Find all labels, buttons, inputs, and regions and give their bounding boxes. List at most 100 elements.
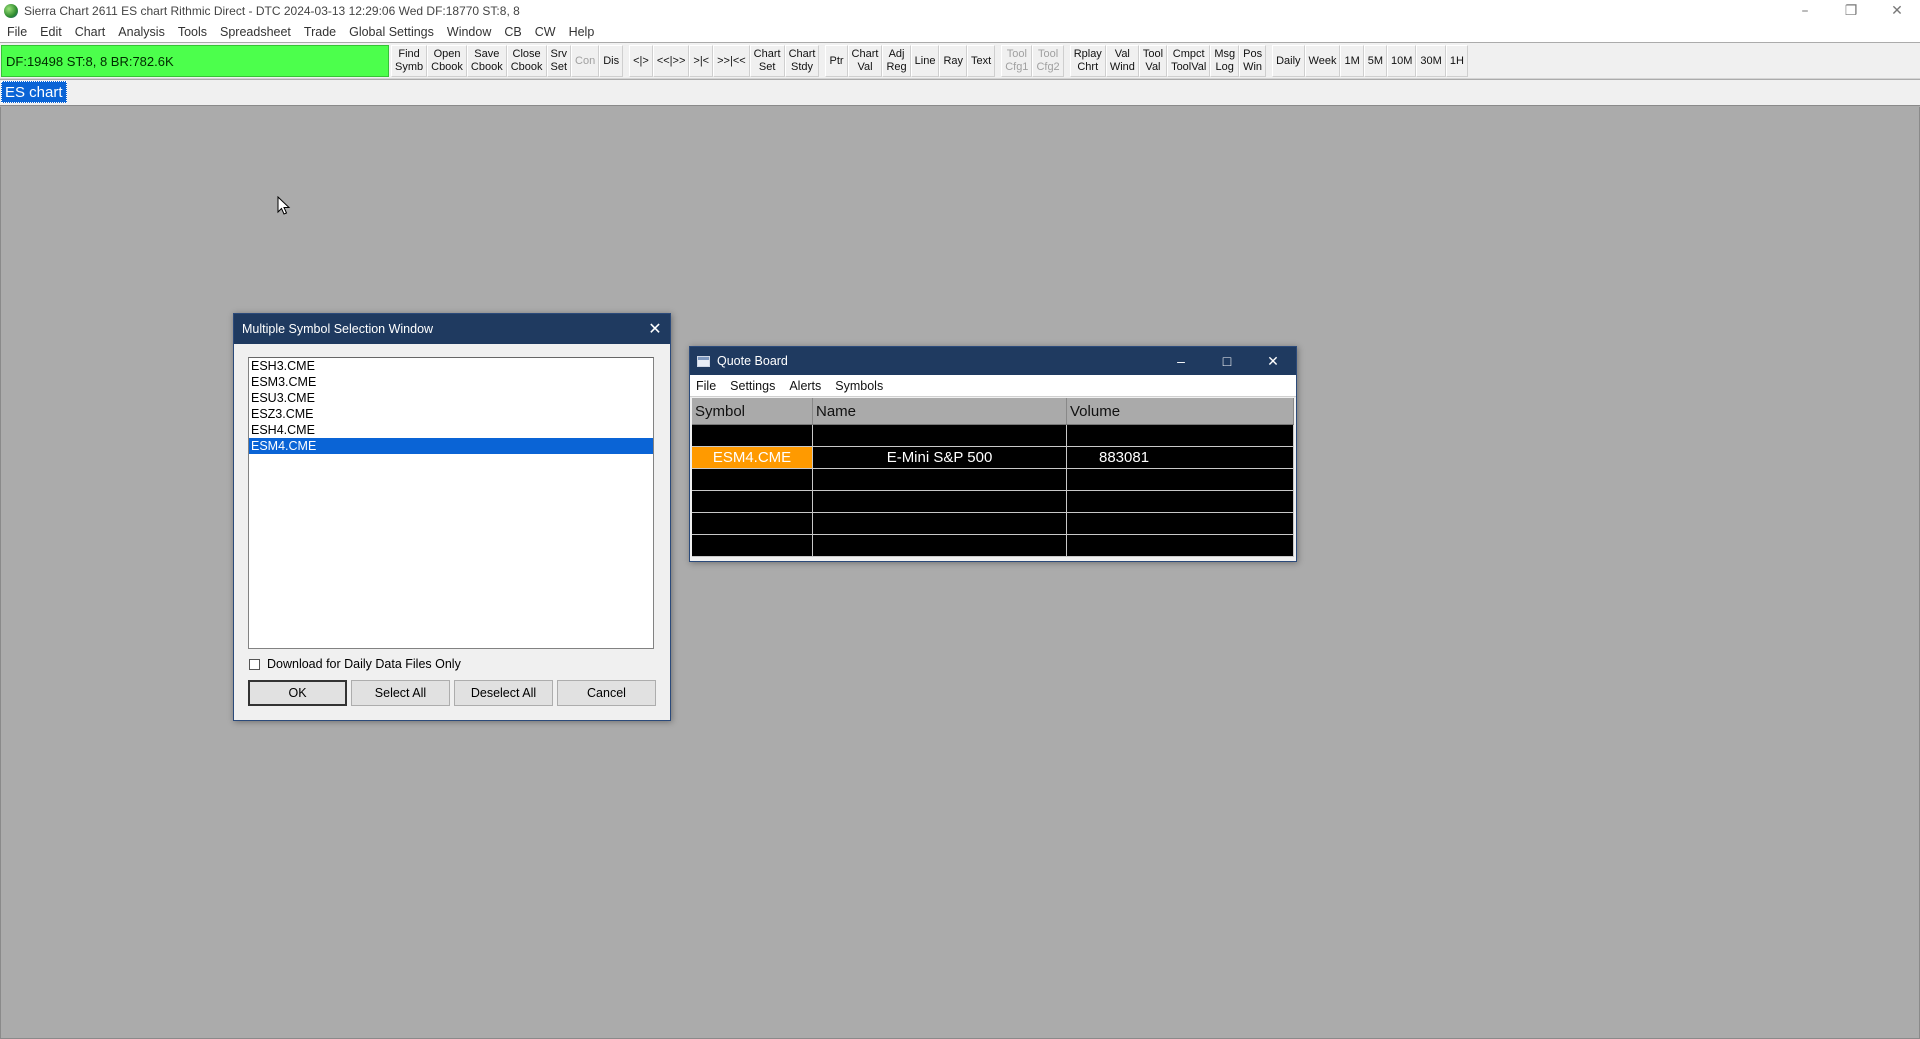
menu-chart[interactable]: Chart bbox=[75, 25, 106, 39]
toolbar-button-btn[interactable]: <|> bbox=[629, 45, 653, 77]
table-row[interactable]: ESM4.CME E-Mini S&P 500 883081 bbox=[692, 447, 1294, 469]
toolbar-button-week[interactable]: Week bbox=[1304, 45, 1341, 77]
toolbar-button-chart-set[interactable]: Chart Set bbox=[749, 45, 785, 77]
toolbar-button-srv-set[interactable]: Srv Set bbox=[546, 45, 572, 77]
symbol-list-item[interactable]: ESU3.CME bbox=[249, 390, 653, 406]
toolbar-button-tool-val[interactable]: Tool Val bbox=[1138, 45, 1168, 77]
symbol-list-item[interactable]: ESH3.CME bbox=[249, 358, 653, 374]
column-header-name[interactable]: Name bbox=[813, 398, 1067, 424]
qb-menu-settings[interactable]: Settings bbox=[730, 379, 775, 393]
connection-status-box: DF:19498 ST:8, 8 BR:782.6K bbox=[1, 45, 389, 77]
toolbar-button-ray[interactable]: Ray bbox=[939, 45, 967, 77]
toolbar-button-tool-cfg2[interactable]: Tool Cfg2 bbox=[1032, 45, 1064, 77]
toolbar-button-close-cbook[interactable]: Close Cbook bbox=[506, 45, 547, 77]
qb-menu-alerts[interactable]: Alerts bbox=[789, 379, 821, 393]
window-controls: – ❐ ✕ bbox=[1782, 0, 1920, 22]
symbol-list[interactable]: ESH3.CME ESM3.CME ESU3.CME ESZ3.CME ESH4… bbox=[248, 357, 654, 649]
menu-tools[interactable]: Tools bbox=[178, 25, 207, 39]
restore-icon[interactable]: ❐ bbox=[1828, 0, 1874, 22]
menu-window[interactable]: Window bbox=[447, 25, 491, 39]
toolbar-button-btn[interactable]: <<|>> bbox=[652, 45, 690, 77]
toolbar-button-30m[interactable]: 30M bbox=[1416, 45, 1446, 77]
toolbar-button-chart-stdy[interactable]: Chart Stdy bbox=[784, 45, 820, 77]
name-cell: E-Mini S&P 500 bbox=[813, 447, 1067, 468]
toolbar-button-adj-reg[interactable]: Adj Reg bbox=[882, 45, 911, 77]
name-cell bbox=[813, 535, 1067, 556]
toolbar-button-text[interactable]: Text bbox=[967, 45, 996, 77]
menu-cb[interactable]: CB bbox=[504, 25, 521, 39]
toolbar-button-1m[interactable]: 1M bbox=[1340, 45, 1364, 77]
multiple-symbol-selection-dialog: Multiple Symbol Selection Window ✕ ESH3.… bbox=[233, 313, 671, 721]
quote-board-window: Quote Board – □ ✕ File Settings Alerts S… bbox=[689, 346, 1297, 562]
toolbar-button-dis[interactable]: Dis bbox=[599, 45, 624, 77]
quote-board-title-bar[interactable]: Quote Board – □ ✕ bbox=[690, 347, 1296, 375]
toolbar-button-con[interactable]: Con bbox=[571, 45, 600, 77]
toolbar-button-btn[interactable]: >>|<< bbox=[713, 45, 750, 77]
symbol-list-item[interactable]: ESZ3.CME bbox=[249, 406, 653, 422]
table-row[interactable] bbox=[692, 513, 1294, 535]
tab-es-chart[interactable]: ES chart bbox=[1, 81, 67, 103]
column-header-symbol[interactable]: Symbol bbox=[692, 398, 813, 424]
toolbar-button-cmpct-toolval[interactable]: Cmpct ToolVal bbox=[1167, 45, 1211, 77]
symbol-list-item[interactable]: ESH4.CME bbox=[249, 422, 653, 438]
quote-board-title: Quote Board bbox=[717, 354, 788, 368]
qb-menu-symbols[interactable]: Symbols bbox=[835, 379, 883, 393]
toolbar-buttons: Find Symb Open Cbook Save Cbook Close Cbook… bbox=[391, 45, 1468, 77]
toolbar-button-1h[interactable]: 1H bbox=[1445, 45, 1468, 77]
toolbar-button-open-cbook[interactable]: Open Cbook bbox=[427, 45, 467, 77]
menu-spreadsheet[interactable]: Spreadsheet bbox=[220, 25, 291, 39]
select-all-button[interactable]: Select All bbox=[351, 680, 450, 706]
symbol-list-item[interactable]: ESM3.CME bbox=[249, 374, 653, 390]
column-header-volume[interactable]: Volume bbox=[1067, 398, 1294, 424]
toolbar-button-ptr[interactable]: Ptr bbox=[825, 45, 848, 77]
volume-cell bbox=[1067, 491, 1294, 512]
toolbar-button-btn[interactable]: >|< bbox=[689, 45, 714, 77]
menu-trade[interactable]: Trade bbox=[304, 25, 336, 39]
toolbar-button-val-wind[interactable]: Val Wind bbox=[1105, 45, 1139, 77]
qb-menu-file[interactable]: File bbox=[696, 379, 716, 393]
toolbar-button-line[interactable]: Line bbox=[910, 45, 940, 77]
toolbar-button-save-cbook[interactable]: Save Cbook bbox=[466, 45, 507, 77]
name-cell bbox=[813, 425, 1067, 446]
toolbar-button-10m[interactable]: 10M bbox=[1387, 45, 1417, 77]
minimize-icon[interactable]: – bbox=[1158, 347, 1204, 375]
menu-help[interactable]: Help bbox=[569, 25, 595, 39]
name-cell bbox=[813, 491, 1067, 512]
dialog-buttons: OK Select All Deselect All Cancel bbox=[248, 680, 660, 706]
toolbar-button-tool-cfg1[interactable]: Tool Cfg1 bbox=[1001, 45, 1033, 77]
dialog-title-bar[interactable]: Multiple Symbol Selection Window ✕ bbox=[234, 314, 670, 344]
symbol-list-item-selected[interactable]: ESM4.CME bbox=[249, 438, 653, 454]
volume-cell: 883081 bbox=[1067, 447, 1294, 468]
menu-edit[interactable]: Edit bbox=[40, 25, 62, 39]
daily-data-only-checkbox[interactable] bbox=[249, 658, 260, 670]
toolbar-button-msg-log[interactable]: Msg Log bbox=[1210, 45, 1240, 77]
toolbar-button-daily[interactable]: Daily bbox=[1272, 45, 1305, 77]
menu-cw[interactable]: CW bbox=[535, 25, 556, 39]
main-menu-bar: File Edit Chart Analysis Tools Spreadshe… bbox=[0, 22, 1920, 42]
cancel-button[interactable]: Cancel bbox=[557, 680, 656, 706]
daily-data-only-option[interactable]: Download for Daily Data Files Only bbox=[249, 657, 461, 671]
minimize-icon[interactable]: – bbox=[1782, 0, 1828, 22]
ok-button[interactable]: OK bbox=[248, 680, 347, 706]
table-row[interactable] bbox=[692, 469, 1294, 491]
toolbar-button-5m[interactable]: 5M bbox=[1363, 45, 1388, 77]
deselect-all-button[interactable]: Deselect All bbox=[454, 680, 553, 706]
close-icon[interactable]: ✕ bbox=[646, 320, 664, 338]
close-icon[interactable]: ✕ bbox=[1250, 347, 1296, 375]
volume-cell bbox=[1067, 469, 1294, 490]
table-row[interactable] bbox=[692, 535, 1294, 557]
table-row[interactable] bbox=[692, 491, 1294, 513]
control-bar: DF:19498 ST:8, 8 BR:782.6K Find Symb Open… bbox=[0, 43, 1920, 79]
close-icon[interactable]: ✕ bbox=[1874, 0, 1920, 22]
toolbar-button-rplay-chrt[interactable]: Rplay Chrt bbox=[1069, 45, 1106, 77]
toolbar-button-find-symb[interactable]: Find Symb bbox=[391, 45, 428, 77]
quote-board-menu: File Settings Alerts Symbols bbox=[690, 375, 1296, 397]
menu-global-settings[interactable]: Global Settings bbox=[349, 25, 434, 39]
menu-file[interactable]: File bbox=[7, 25, 27, 39]
table-row[interactable] bbox=[692, 425, 1294, 447]
menu-analysis[interactable]: Analysis bbox=[118, 25, 165, 39]
maximize-icon[interactable]: □ bbox=[1204, 347, 1250, 375]
toolbar-button-chart-val[interactable]: Chart Val bbox=[847, 45, 883, 77]
toolbar-button-pos-win[interactable]: Pos Win bbox=[1239, 45, 1267, 77]
volume-cell bbox=[1067, 513, 1294, 534]
